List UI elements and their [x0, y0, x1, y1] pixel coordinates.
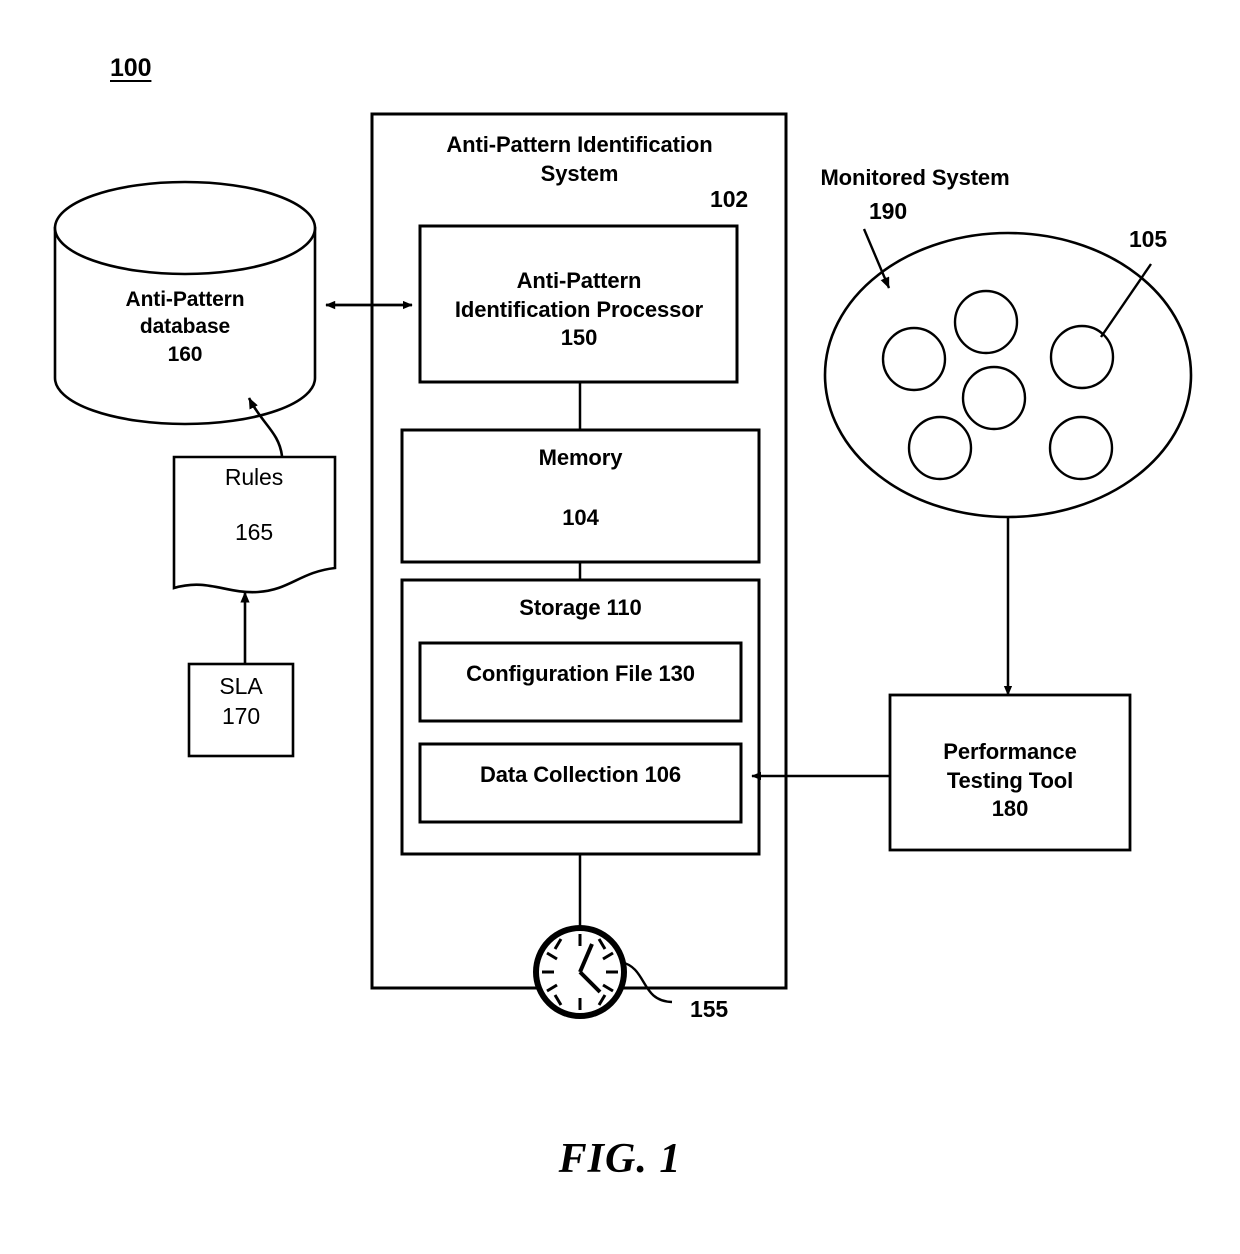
storage-title: Storage 110: [519, 595, 642, 620]
rules-ref-number: 165: [234, 519, 274, 545]
sla-title: SLA: [219, 673, 263, 699]
monitored-node: [953, 289, 1019, 355]
data-collection-label: Data Collection 106: [479, 762, 682, 787]
system-ref-number: 102: [710, 186, 749, 212]
monitored-node: [961, 365, 1027, 431]
rules-title: Rules: [224, 464, 284, 490]
memory-ref-number: 104: [562, 505, 599, 530]
anti-pattern-identification-system-title: Anti-Pattern Identification System: [446, 132, 713, 186]
monitored-node: [881, 326, 947, 392]
figure-caption: FIG. 1: [558, 1136, 682, 1182]
sla-ref-number: 170: [221, 703, 261, 729]
monitored-node: [1049, 324, 1115, 390]
monitored-node: [1048, 415, 1114, 481]
clock-icon: [533, 925, 627, 1019]
figure-number: 100: [110, 54, 152, 82]
monitored-node-ref-number: 105: [1128, 226, 1168, 252]
configuration-file-label: Configuration File 130: [466, 661, 695, 686]
monitored-system-ellipse: [823, 231, 1193, 519]
monitored-node: [907, 415, 973, 481]
monitored-system-ref-number: 190: [868, 198, 908, 224]
monitored-system-title: Monitored System: [820, 165, 1010, 190]
clock-ref-number: 155: [690, 996, 729, 1022]
memory-title: Memory: [538, 445, 623, 470]
patent-figure: 100 Anti-Pattern Identification System 1…: [0, 0, 1240, 1254]
anti-pattern-identification-processor-title: Anti-Pattern Identification Processor 15…: [454, 268, 704, 351]
anti-pattern-database-label: Anti-Pattern database 160: [125, 288, 245, 366]
performance-testing-tool-title: Performance Testing Tool 180: [943, 739, 1077, 822]
